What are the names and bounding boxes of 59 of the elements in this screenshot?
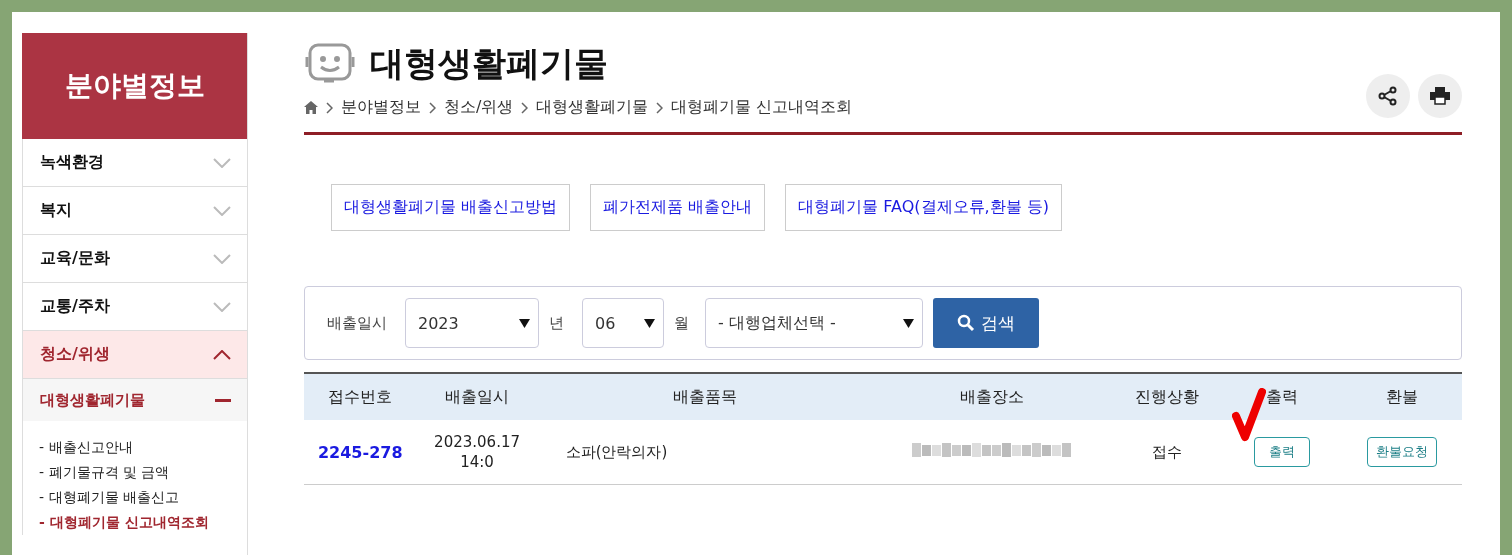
table-cell: 접수 [1112,420,1223,485]
table-cell: 2023.06.17 14:0 [416,420,538,485]
chevron-down-icon [213,205,231,216]
chevron-right-icon [656,101,664,114]
search-icon [957,314,975,332]
page-title: 대형생활폐기물 [370,42,608,85]
sidebar-item[interactable]: 교육/문화 [22,235,247,283]
submenu-link[interactable]: - 폐기물규격 및 금액 [39,460,247,485]
company-select[interactable]: - 대행업체선택 - [705,298,923,348]
column-header: 진행상황 [1112,373,1223,420]
dropdown-arrow-icon [519,318,530,328]
breadcrumb-link[interactable]: 대형생활폐기물 [536,97,649,118]
dropdown-arrow-icon [903,318,914,328]
unit-label: 년 [549,313,564,333]
refund-button[interactable]: 환불요청 [1367,437,1438,467]
field-label: 배출일시 [327,313,387,333]
minus-icon [215,398,231,402]
month-select[interactable]: 06 [582,298,664,348]
print-button[interactable]: 출력 [1254,437,1311,467]
check-mark-drawing [1232,388,1266,442]
chevron-right-icon [521,101,529,114]
printer-icon [1430,87,1450,105]
column-header: 배출일시 [416,373,538,420]
share-button[interactable] [1366,74,1410,118]
print-button[interactable] [1418,74,1462,118]
column-header: 접수번호 [304,373,417,420]
submenu-item[interactable]: 대형생활폐기물 [22,379,247,421]
sidebar-item[interactable]: 복지 [22,187,247,235]
table-cell[interactable]: 2245-278 [304,420,417,485]
chevron-down-icon [213,301,231,312]
chevron-right-icon [326,101,333,114]
sidebar-item[interactable]: 청소/위생 [22,331,247,379]
guide-link[interactable]: 대형생활폐기물 배출신고방법 [331,184,571,231]
breadcrumb-link[interactable]: 분야별정보 [341,97,421,118]
submenu-link[interactable]: - 대형폐기물 배출신고 [39,485,247,510]
dropdown-arrow-icon [644,318,655,328]
sidebar-item[interactable]: 교통/주차 [22,283,247,331]
column-header: 환불 [1342,373,1462,420]
chevron-down-icon [213,157,231,168]
table-cell: 소파(안락의자) [537,420,873,485]
column-header: 출력 [1222,373,1343,420]
breadcrumb-link[interactable]: 대형폐기물 신고내역조회 [671,97,853,118]
submenu-link[interactable]: - 대형폐기물 신고내역조회 [39,510,247,535]
sidebar-item[interactable]: 녹색환경 [22,139,247,187]
home-icon[interactable] [304,101,318,114]
unit-label: 월 [674,313,689,333]
search-button[interactable]: 검색 [933,298,1039,348]
breadcrumb-link[interactable]: 청소/위생 [444,97,514,118]
share-icon [1378,86,1398,106]
column-header: 배출장소 [872,373,1113,420]
year-select[interactable]: 2023 [405,298,539,348]
column-header: 배출품목 [537,373,873,420]
guide-link[interactable]: 폐가전제품 배출안내 [590,184,766,231]
chevron-right-icon [429,101,436,114]
chevron-down-icon [213,253,231,264]
chevron-up-icon [213,349,231,360]
guide-link[interactable]: 대형폐기물 FAQ(결제오류,환불 등) [785,184,1062,231]
sidebar-title: 분야별정보 [22,33,247,139]
submenu-link[interactable]: - 배출신고안내 [39,435,247,460]
